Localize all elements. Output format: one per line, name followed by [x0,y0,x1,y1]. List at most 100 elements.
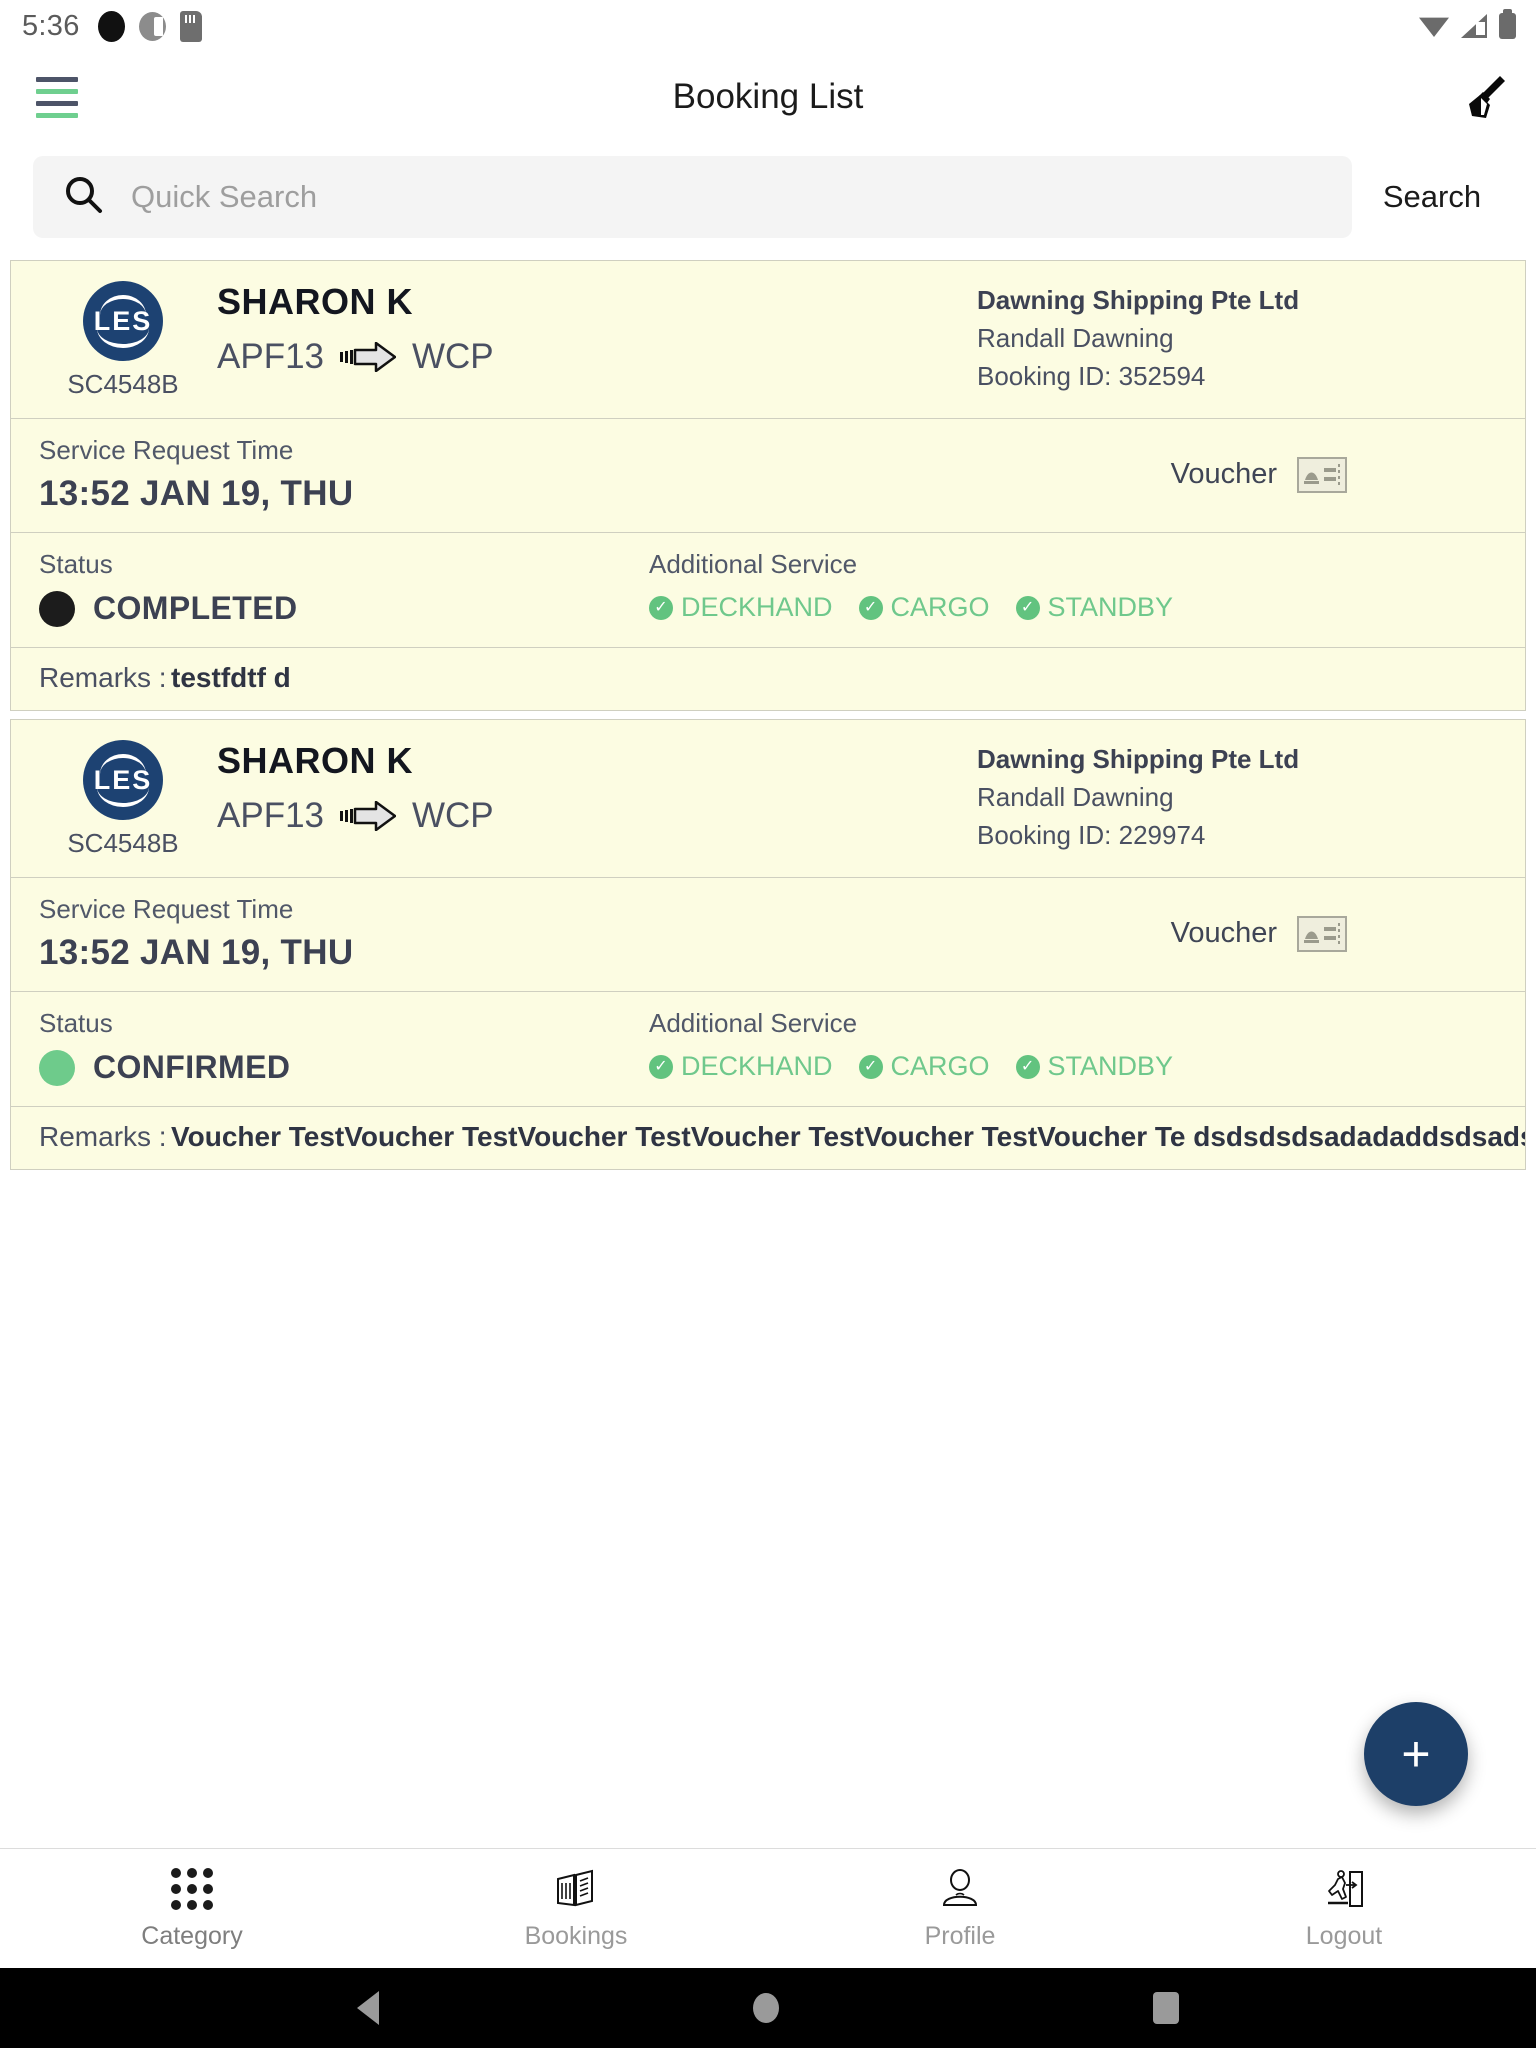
nav-item-bookings[interactable]: Bookings [384,1866,768,1951]
page-title: Booking List [672,77,864,116]
person-icon [938,1866,982,1912]
remarks-label: Remarks : [39,662,167,693]
route-from: APF13 [217,337,324,376]
app-bar: Booking List [0,52,1536,142]
do-not-disturb-icon [138,11,166,41]
service-time-block: Service Request Time 13:52 JAN 19, THU [39,894,1171,973]
service-time-section: Service Request Time 13:52 JAN 19, THU V… [11,878,1525,992]
nav-label-logout: Logout [1305,1922,1383,1950]
voucher-label: Voucher [1170,458,1277,490]
search-box[interactable] [33,156,1352,238]
grid-dots-icon [171,1866,213,1912]
route-from: APF13 [217,796,324,835]
additional-service-block: Additional Service ✓ DECKHAND ✓ CARGO ✓ [649,549,1497,623]
vessel-name: SHARON K [217,281,414,322]
check-circle-icon: ✓ [649,595,673,620]
android-navigation-bar [0,1968,1536,2048]
status-label: Status [39,1008,113,1038]
battery-icon [1499,9,1516,39]
nav-item-category[interactable]: Category [0,1866,384,1951]
wifi-icon [1419,17,1449,37]
additional-service-list: ✓ DECKHAND ✓ CARGO ✓ STANDBY [649,592,1497,623]
additional-service-label-text: DECKHAND [681,1051,833,1081]
nav-label-profile: Profile [924,1922,996,1950]
service-request-time-label: Service Request Time [39,894,294,924]
nav-label-bookings: Bookings [524,1922,628,1950]
status-bar-right-icons [1419,9,1516,39]
additional-service-label: Additional Service [649,549,858,579]
vessel-code: SC4548B [67,828,179,858]
nav-item-logout[interactable]: Logout [1152,1866,1536,1951]
plus-icon: + [1401,1726,1431,1782]
voucher-label: Voucher [1170,917,1277,949]
additional-service-item: ✓ DECKHAND [649,1051,833,1082]
arrow-right-icon [340,342,396,372]
booking-id: Booking ID: 352594 [977,361,1206,391]
search-icon [63,174,105,221]
voucher-ticket-icon[interactable] [1297,915,1347,952]
service-time-block: Service Request Time 13:52 JAN 19, THU [39,435,1171,514]
add-booking-fab[interactable]: + [1364,1702,1468,1806]
additional-service-label-text: CARGO [890,592,990,622]
route-to: WCP [412,337,494,376]
system-status-bar: 5:36 [0,0,1536,52]
remarks-section: Remarks : testfdtf d [11,648,1525,710]
customer-info: Dawning Shipping Pte Ltd Randall Dawning… [977,740,1497,851]
vessel-logo-block: LES SC4548B [39,281,207,400]
additional-service-item: ✓ CARGO [858,592,990,623]
search-button[interactable]: Search [1352,179,1512,215]
additional-service-label: Additional Service [649,1008,858,1038]
booking-card-header: LES SC4548B SHARON K APF13 WCP Dawning S… [11,720,1525,878]
booking-id: Booking ID: 229974 [977,820,1206,850]
check-circle-icon: ✓ [1015,1054,1040,1079]
service-time-section: Service Request Time 13:52 JAN 19, THU V… [11,419,1525,533]
remarks-value: testfdtf d [171,662,291,693]
bottom-navigation: Category Bookings Profile Logout [0,1848,1536,1968]
additional-service-label-text: STANDBY [1047,592,1174,622]
additional-service-label-text: CARGO [890,1051,990,1081]
additional-service-label-text: DECKHAND [681,592,833,622]
status-text: CONFIRMED [93,1049,291,1085]
check-circle-icon: ✓ [1015,595,1040,620]
additional-service-label-text: STANDBY [1047,1051,1174,1081]
additional-service-item: ✓ CARGO [858,1051,990,1082]
additional-service-list: ✓ DECKHAND ✓ CARGO ✓ STANDBY [649,1051,1497,1082]
nav-item-profile[interactable]: Profile [768,1866,1152,1951]
home-circle-icon[interactable] [753,1993,779,2023]
back-triangle-icon[interactable] [357,1991,379,2025]
nav-label-category: Category [141,1922,243,1950]
status-text: COMPLETED [93,590,298,626]
hamburger-menu-icon[interactable] [36,76,78,118]
additional-service-item: ✓ STANDBY [1015,592,1174,623]
voucher-ticket-icon[interactable] [1297,456,1347,493]
record-dot-icon [97,10,125,42]
les-logo-text: LES [93,764,153,795]
search-row: Search [0,142,1536,260]
check-circle-icon: ✓ [649,1054,673,1079]
status-bar-left-icons [97,10,202,42]
broom-clear-icon[interactable] [1456,68,1514,126]
status-value: CONFIRMED [39,1049,649,1086]
company-name: Dawning Shipping Pte Ltd [977,285,1300,315]
recents-square-icon[interactable] [1153,1992,1179,2024]
service-request-time-label: Service Request Time [39,435,294,465]
status-block: Status COMPLETED [39,549,649,627]
vessel-logo-block: LES SC4548B [39,740,207,859]
status-value: COMPLETED [39,590,649,627]
vessel-info: SHARON K APF13 WCP [207,281,977,377]
search-input[interactable] [131,179,1322,215]
status-badge [39,590,75,627]
logout-door-icon [1322,1866,1366,1912]
company-name: Dawning Shipping Pte Ltd [977,744,1300,774]
vessel-info: SHARON K APF13 WCP [207,740,977,836]
voucher-block: Voucher [1170,915,1497,952]
contact-name: Randall Dawning [977,323,1174,353]
les-logo-icon: LES [83,281,163,361]
remarks-label: Remarks : [39,1121,167,1152]
vessel-name: SHARON K [217,740,414,781]
service-request-time-value: 13:52 JAN 19, THU [39,933,354,972]
booking-card[interactable]: LES SC4548B SHARON K APF13 WCP Dawning S… [10,260,1526,711]
booking-list[interactable]: LES SC4548B SHARON K APF13 WCP Dawning S… [0,260,1536,1848]
additional-service-item: ✓ DECKHAND [649,592,833,623]
booking-card[interactable]: LES SC4548B SHARON K APF13 WCP Dawning S… [10,719,1526,1170]
